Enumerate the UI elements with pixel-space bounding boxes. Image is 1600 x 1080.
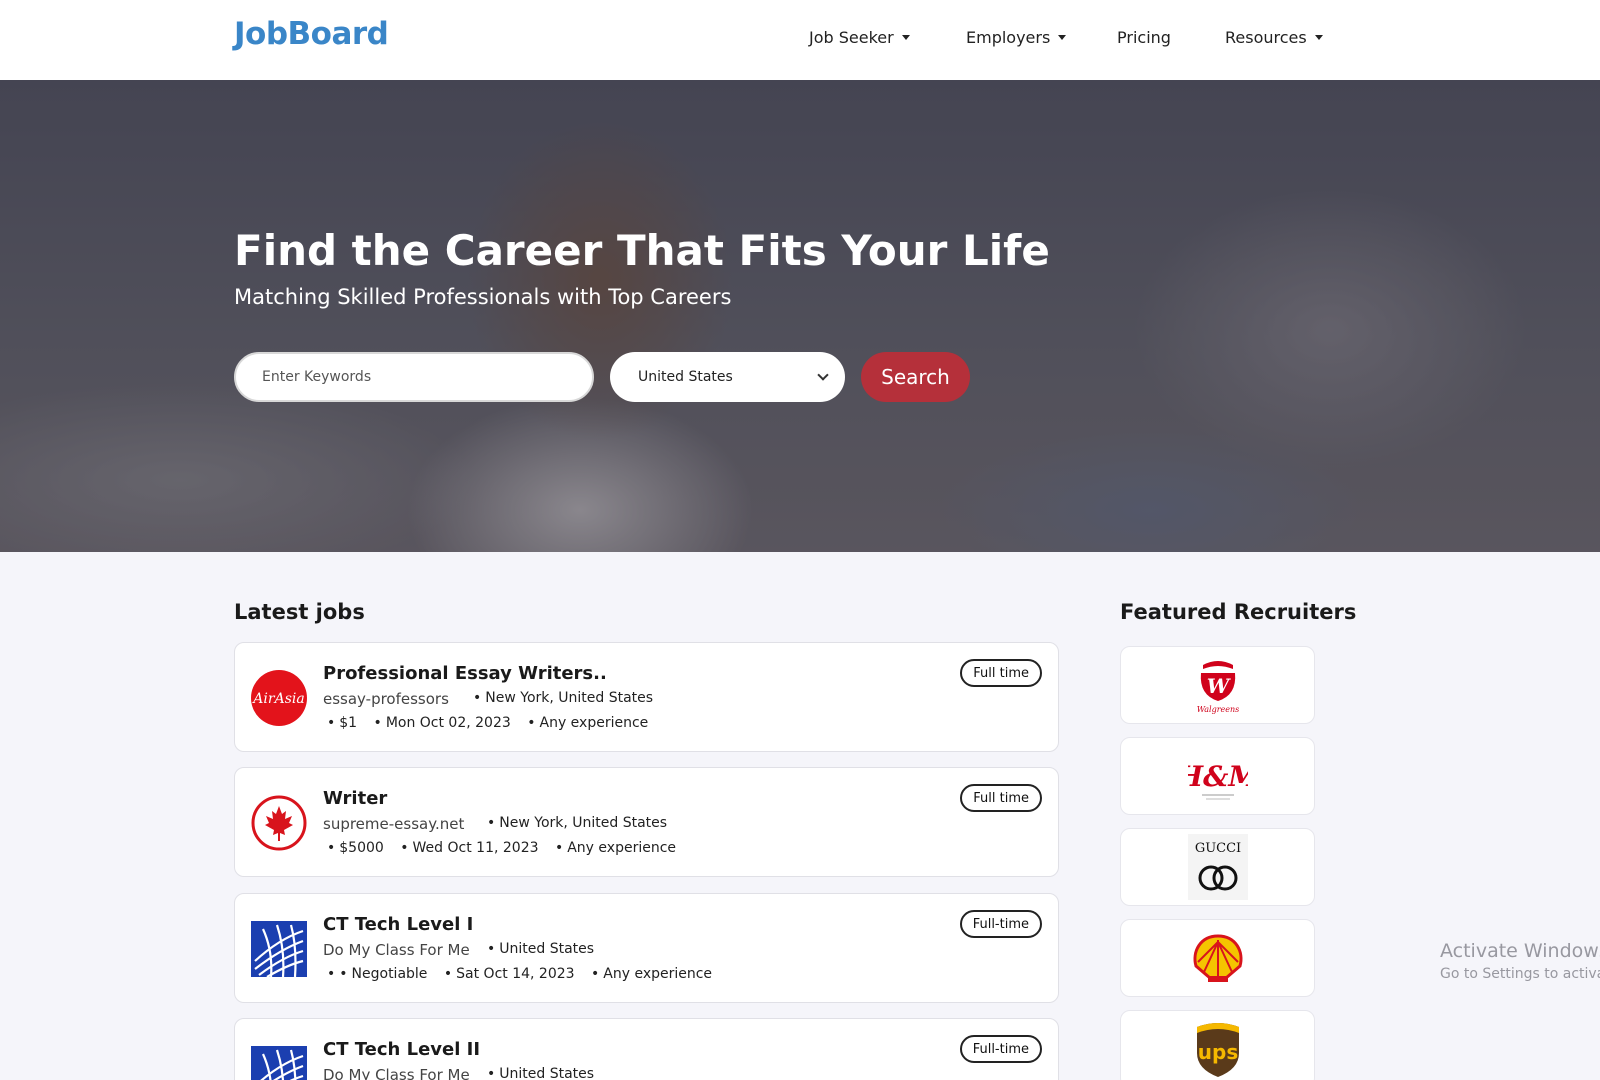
job-type-badge: Full time bbox=[960, 784, 1042, 812]
svg-text:GUCCI: GUCCI bbox=[1194, 841, 1240, 856]
job-salary: $5000 bbox=[327, 840, 384, 856]
job-title[interactable]: Professional Essay Writers.. bbox=[323, 663, 607, 684]
caret-down-icon bbox=[901, 35, 910, 40]
site-header: JobBoard Job Seeker Employers Pricing Re… bbox=[0, 0, 1600, 80]
hero-background-photo bbox=[0, 80, 1600, 552]
job-type-badge: Full-time bbox=[959, 910, 1042, 938]
nav-employers-label: Employers bbox=[966, 28, 1051, 47]
watermark-line1: Activate Windows bbox=[1440, 940, 1600, 962]
shell-logo bbox=[1193, 934, 1242, 982]
recruiter-card-shell[interactable] bbox=[1120, 919, 1315, 997]
job-meta: $5000 Wed Oct 11, 2023 Any experience bbox=[327, 840, 688, 856]
svg-text:Walgreens: Walgreens bbox=[1196, 705, 1239, 714]
hero-subtitle: Matching Skilled Professionals with Top … bbox=[234, 285, 732, 309]
svg-text:H&M: H&M bbox=[1188, 760, 1248, 793]
recruiter-card-gucci[interactable]: GUCCI bbox=[1120, 828, 1315, 906]
job-title[interactable]: Writer bbox=[323, 788, 387, 809]
job-experience: Any experience bbox=[527, 715, 648, 731]
nav-job-seeker[interactable]: Job Seeker bbox=[809, 28, 910, 47]
country-select-value: United States bbox=[638, 369, 733, 385]
job-salary: $1 bbox=[327, 715, 357, 731]
job-location: United States bbox=[487, 941, 594, 957]
job-company: essay-professors bbox=[323, 690, 449, 708]
job-date: Wed Oct 11, 2023 bbox=[400, 840, 538, 856]
watermark-line2: Go to Settings to activat bbox=[1440, 966, 1600, 982]
recruiter-card-hm[interactable]: H&M bbox=[1120, 737, 1315, 815]
job-empty-bullet: • bbox=[327, 966, 336, 982]
gucci-logo: GUCCI bbox=[1187, 834, 1248, 900]
job-card[interactable]: Writer supreme-essay.net New York, Unite… bbox=[234, 767, 1059, 877]
job-location: New York, United States bbox=[487, 815, 667, 831]
maple-leaf-logo-icon bbox=[251, 795, 307, 851]
featured-recruiters-heading: Featured Recruiters bbox=[1120, 600, 1357, 624]
main-nav: Job Seeker Employers Pricing Resources bbox=[0, 28, 1600, 52]
svg-text:ups: ups bbox=[1197, 1040, 1237, 1064]
activate-windows-watermark: Activate Windows Go to Settings to activ… bbox=[1440, 940, 1600, 982]
nav-resources[interactable]: Resources bbox=[1225, 28, 1323, 47]
svg-text:W: W bbox=[1206, 674, 1231, 698]
job-experience: Any experience bbox=[591, 966, 712, 982]
job-meta: •Negotiable Sat Oct 14, 2023 Any experie… bbox=[327, 966, 724, 982]
hm-logo: H&M bbox=[1188, 760, 1248, 800]
job-salary: Negotiable bbox=[339, 966, 427, 982]
country-select[interactable]: United States bbox=[610, 352, 845, 402]
keywords-input[interactable] bbox=[234, 352, 594, 402]
job-company: supreme-essay.net bbox=[323, 815, 465, 833]
caret-down-icon bbox=[1058, 35, 1067, 40]
job-date: Sat Oct 14, 2023 bbox=[444, 966, 575, 982]
airasia-logo-icon: AirAsia bbox=[251, 670, 307, 726]
job-card[interactable]: CT Tech Level I Do My Class For Me Unite… bbox=[234, 893, 1059, 1003]
job-type-badge: Full-time bbox=[959, 1035, 1042, 1063]
nav-resources-label: Resources bbox=[1225, 28, 1307, 47]
job-company: Do My Class For Me bbox=[323, 1066, 470, 1080]
nav-job-seeker-label: Job Seeker bbox=[809, 28, 894, 47]
ups-logo: ups bbox=[1196, 1023, 1239, 1077]
latest-jobs-heading: Latest jobs bbox=[234, 600, 365, 624]
caret-down-icon bbox=[1314, 35, 1323, 40]
recruiter-card-walgreens[interactable]: W Walgreens bbox=[1120, 646, 1315, 724]
globe-logo-icon bbox=[251, 1046, 307, 1080]
job-experience: Any experience bbox=[555, 840, 676, 856]
globe-logo-icon bbox=[251, 921, 307, 977]
job-location: United States bbox=[487, 1066, 594, 1080]
job-title[interactable]: CT Tech Level II bbox=[323, 1039, 480, 1060]
hero-banner: Find the Career That Fits Your Life Matc… bbox=[0, 80, 1600, 552]
nav-pricing[interactable]: Pricing bbox=[1117, 28, 1171, 47]
job-date: Mon Oct 02, 2023 bbox=[374, 715, 511, 731]
chevron-down-icon bbox=[817, 369, 829, 381]
job-meta: $1 Mon Oct 02, 2023 Any experience bbox=[327, 715, 660, 731]
svg-text:AirAsia: AirAsia bbox=[251, 691, 304, 707]
job-type-badge: Full time bbox=[960, 659, 1042, 687]
job-title[interactable]: CT Tech Level I bbox=[323, 914, 473, 935]
job-location: New York, United States bbox=[473, 690, 653, 706]
job-card[interactable]: AirAsia Professional Essay Writers.. ess… bbox=[234, 642, 1059, 752]
walgreens-logo: W Walgreens bbox=[1196, 661, 1239, 714]
recruiter-card-ups[interactable]: ups bbox=[1120, 1010, 1315, 1080]
search-button[interactable]: Search bbox=[861, 352, 970, 402]
job-company: Do My Class For Me bbox=[323, 941, 470, 959]
hero-title: Find the Career That Fits Your Life bbox=[234, 226, 1050, 275]
job-card[interactable]: CT Tech Level II Do My Class For Me Unit… bbox=[234, 1018, 1059, 1080]
nav-employers[interactable]: Employers bbox=[966, 28, 1067, 47]
nav-pricing-label: Pricing bbox=[1117, 28, 1171, 47]
